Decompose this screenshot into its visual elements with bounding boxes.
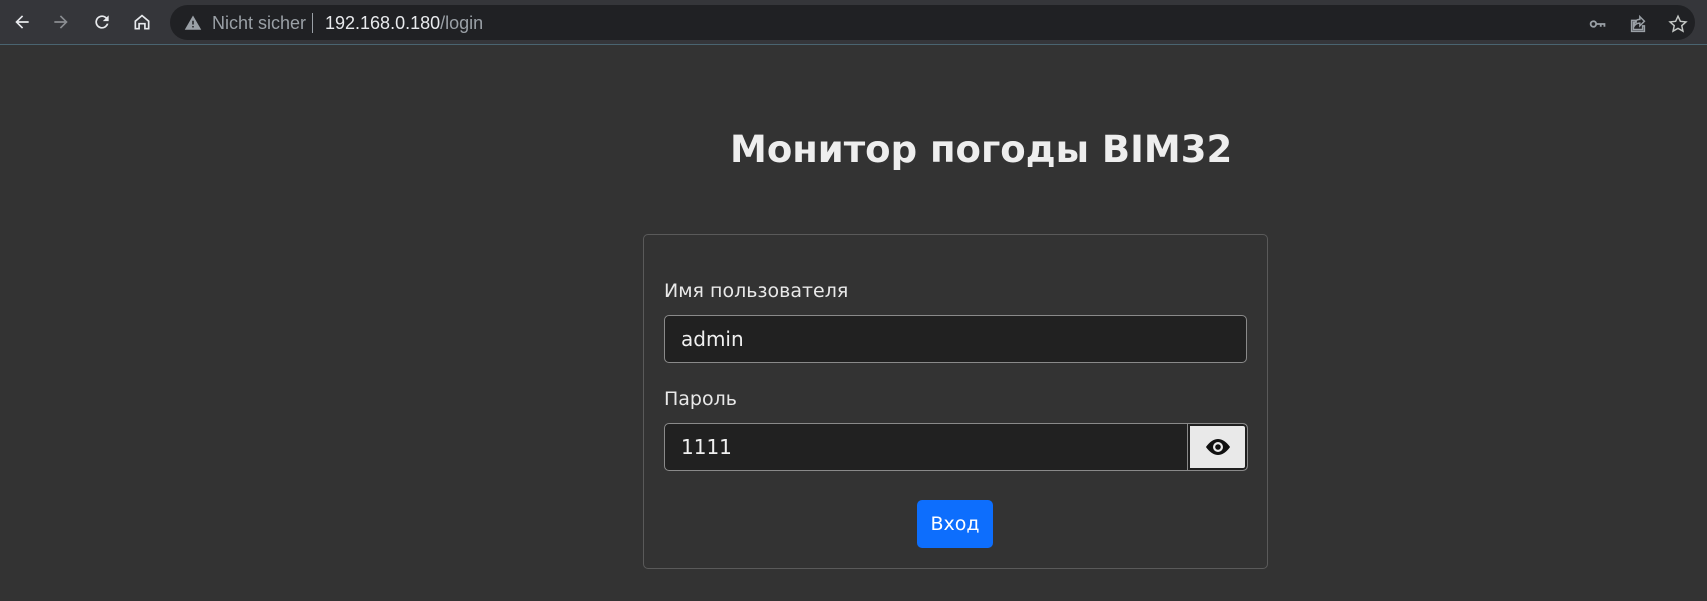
forward-icon: [54, 15, 68, 29]
browser-toolbar: Nicht sicher 192.168.0.180/login: [0, 0, 1707, 45]
warning-icon: [184, 15, 202, 30]
page-title: Монитор погоды BIM32: [730, 128, 1233, 171]
share-button[interactable]: [1627, 13, 1649, 35]
login-button[interactable]: Вход: [917, 500, 993, 548]
username-label: Имя пользователя: [664, 280, 849, 302]
key-icon: [1589, 20, 1606, 28]
url-text[interactable]: 192.168.0.180/login: [325, 13, 483, 34]
eye-icon: [1205, 439, 1230, 455]
password-key-button[interactable]: [1587, 13, 1609, 35]
reload-icon: [95, 15, 109, 29]
address-separator: [312, 13, 313, 33]
login-card: Имя пользователя Пароль Вход: [643, 234, 1268, 569]
bookmark-button[interactable]: [1667, 13, 1689, 35]
back-button[interactable]: [6, 6, 38, 38]
forward-button[interactable]: [45, 6, 77, 38]
toggle-password-visibility-button[interactable]: [1187, 423, 1248, 471]
home-icon: [134, 14, 150, 30]
reload-button[interactable]: [86, 6, 118, 38]
home-button[interactable]: [126, 6, 158, 38]
url-path: /login: [440, 13, 484, 33]
share-icon: [1630, 14, 1646, 33]
url-host: 192.168.0.180: [325, 13, 441, 33]
password-input[interactable]: [664, 423, 1188, 471]
username-input[interactable]: [664, 315, 1247, 363]
password-label: Пароль: [664, 388, 737, 410]
star-icon: [1668, 14, 1688, 33]
back-icon: [15, 15, 29, 29]
address-bar[interactable]: Nicht sicher 192.168.0.180/login: [170, 5, 1695, 40]
security-status[interactable]: Nicht sicher: [212, 13, 306, 34]
